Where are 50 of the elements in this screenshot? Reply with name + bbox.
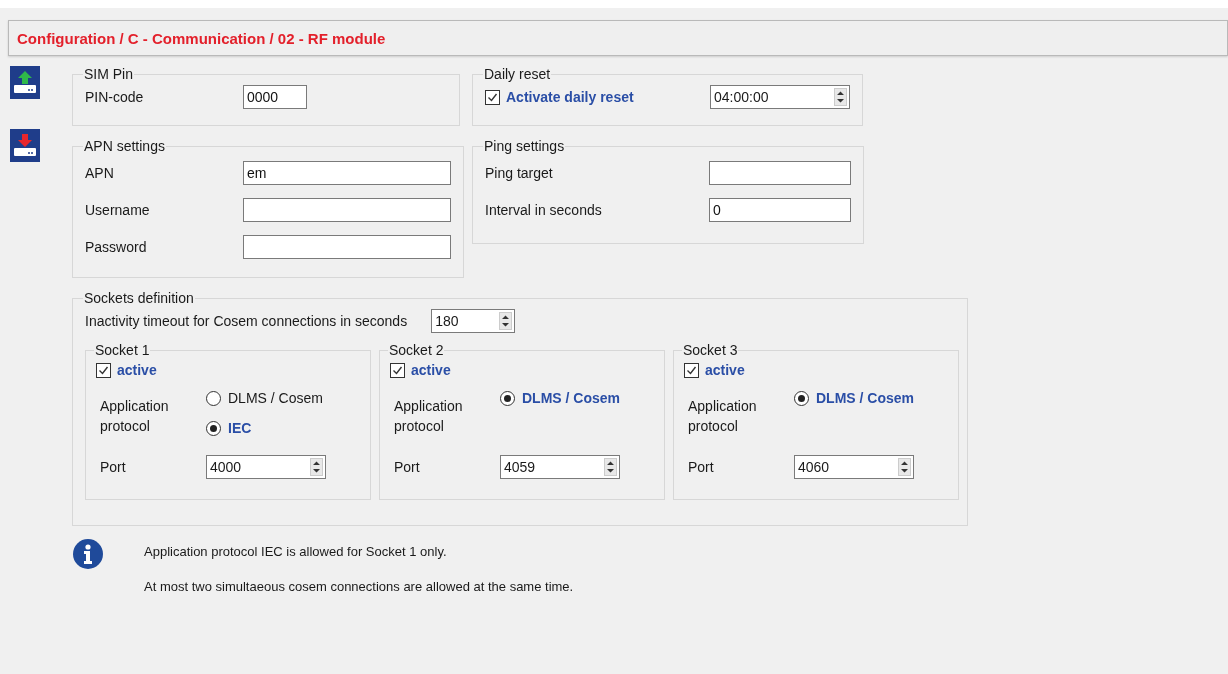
timeout-spinner[interactable]: 180 [431, 309, 516, 333]
checkmark-icon [686, 364, 697, 376]
field-label: Application protocol [687, 397, 758, 436]
group-title: Socket 1 [94, 342, 151, 358]
input-field[interactable]: 0 [709, 197, 851, 222]
time-spinner[interactable]: 04:00:00 [710, 85, 850, 109]
info-text: Application protocol IEC is allowed for Socket 1 only. [144, 544, 448, 559]
port-spinner[interactable]: 4060 [794, 455, 914, 479]
port-spinner[interactable]: 4059 [500, 455, 620, 479]
upload-button[interactable] [10, 66, 40, 99]
active-checkbox[interactable]: active [390, 362, 615, 378]
group-title: Sockets definition [83, 290, 195, 306]
group-title: Socket 3 [682, 342, 739, 358]
field-label: Inactivity timeout for Cosem connections in seconds [85, 313, 408, 329]
group-title: APN settings [83, 138, 166, 154]
download-button[interactable] [10, 129, 40, 162]
field-label: Ping target [485, 164, 554, 181]
info-icon [72, 538, 104, 570]
input-field[interactable]: em [243, 160, 451, 185]
checkmark-icon [487, 91, 498, 103]
field-label: APN [85, 164, 115, 181]
info-text: At most two simultaeous cosem connections are allowed at the same time. [144, 579, 574, 594]
activate-checkbox[interactable]: Activate daily reset [485, 89, 710, 105]
group-title: SIM Pin [83, 66, 134, 82]
field-label: Username [85, 201, 151, 218]
field-label: Port [99, 459, 127, 475]
active-checkbox[interactable]: active [96, 362, 321, 378]
input-field[interactable] [243, 197, 451, 222]
field-label: PIN-code [85, 89, 145, 105]
group-title: Daily reset [483, 66, 552, 82]
field-label: Port [687, 459, 715, 475]
group-title: Ping settings [483, 138, 566, 154]
input-field[interactable] [243, 234, 451, 259]
field-label: Application protocol [393, 397, 464, 436]
checkmark-icon [98, 364, 109, 376]
field-label: Interval in seconds [485, 201, 603, 218]
group-title: Socket 2 [388, 342, 445, 358]
protocol-radio[interactable]: DLMS / Cosem [794, 388, 914, 408]
active-checkbox[interactable]: active [684, 362, 909, 378]
input-field[interactable]: 0000 [243, 85, 307, 109]
field-label: Port [393, 459, 421, 475]
input-field[interactable] [709, 160, 851, 185]
field-label: Application protocol [99, 397, 170, 436]
protocol-radio[interactable]: DLMS / Cosem [500, 388, 620, 408]
port-spinner[interactable]: 4000 [206, 455, 326, 479]
protocol-radio[interactable]: IEC [206, 418, 323, 438]
checkmark-icon [392, 364, 403, 376]
field-label: Password [85, 238, 148, 255]
page-title: Configuration / C - Communication / 02 - RF module [17, 29, 386, 47]
protocol-radio[interactable]: DLMS / Cosem [206, 388, 323, 408]
